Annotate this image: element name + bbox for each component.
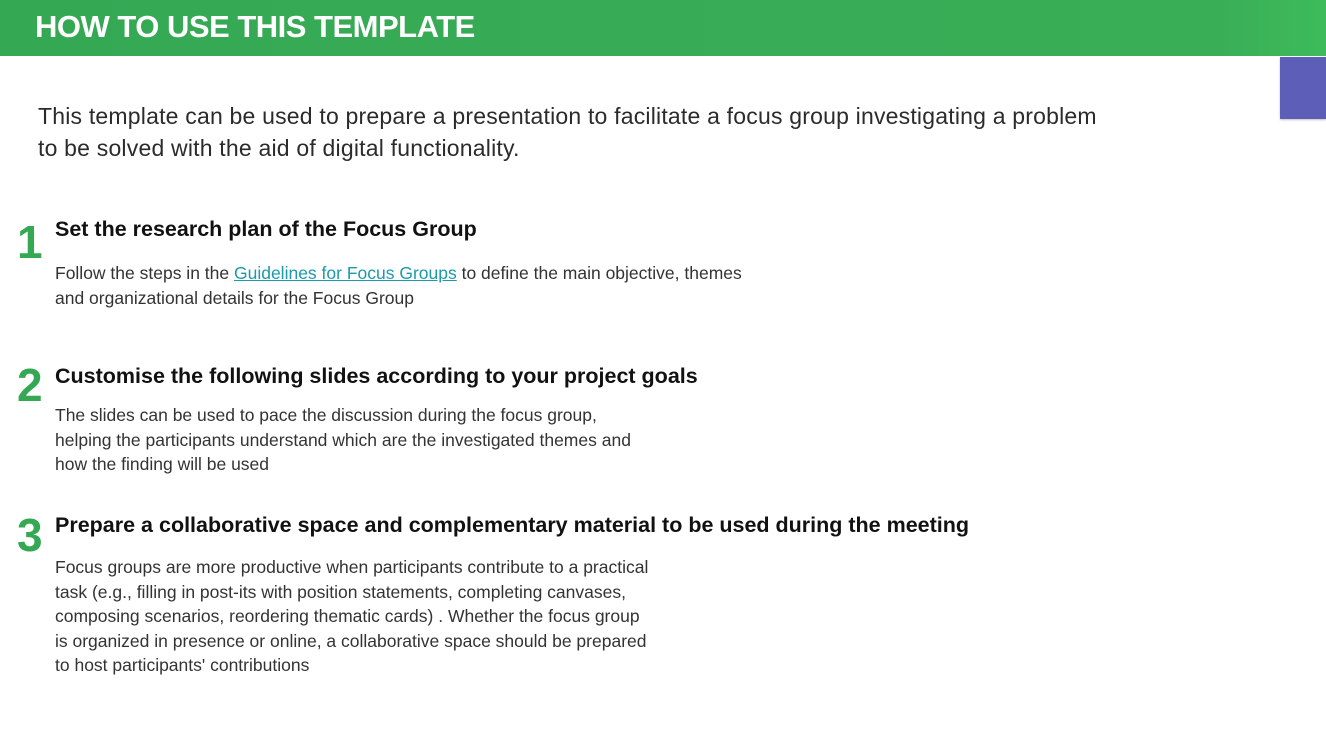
page-title: HOW TO USE THIS TEMPLATE: [35, 9, 475, 44]
step-body-text: Follow the steps in the: [55, 263, 234, 283]
step-title: Set the research plan of the Focus Group: [55, 217, 477, 241]
step-title: Customise the following slides according…: [55, 364, 698, 388]
step-body: Focus groups are more productive when pa…: [55, 557, 649, 676]
step-body: Follow the steps in the Guidelines for F…: [55, 261, 775, 310]
guidelines-link[interactable]: Guidelines for Focus Groups: [234, 263, 457, 283]
step-number: 3: [17, 509, 43, 561]
side-tab[interactable]: [1280, 57, 1326, 119]
step-number: 2: [17, 359, 43, 411]
step-body: The slides can be used to pace the discu…: [55, 405, 631, 475]
step-title: Prepare a collaborative space and comple…: [55, 513, 970, 537]
header-bar: HOW TO USE THIS TEMPLATE: [0, 0, 1326, 56]
intro-text: This template can be used to prepare a p…: [38, 103, 1097, 161]
step-number: 1: [17, 216, 43, 268]
